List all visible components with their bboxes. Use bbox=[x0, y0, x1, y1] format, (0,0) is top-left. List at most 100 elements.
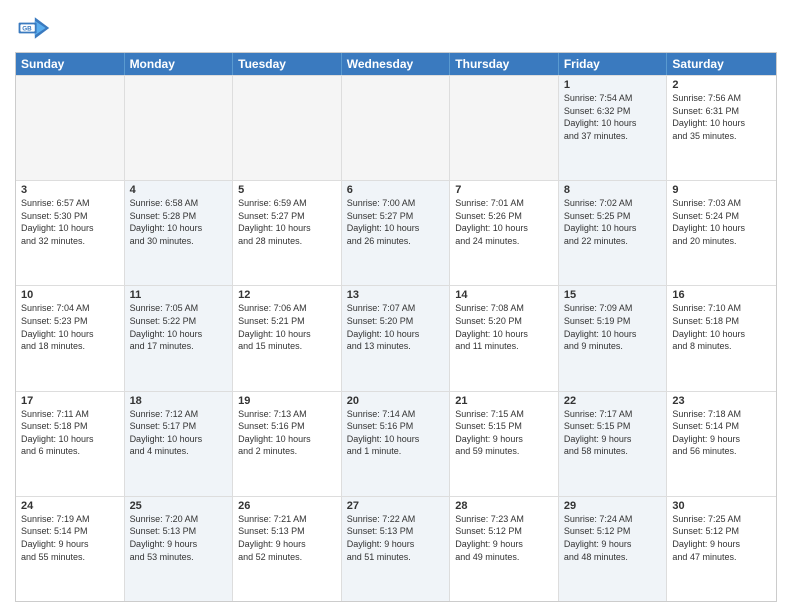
cell-info: Sunrise: 7:20 AM Sunset: 5:13 PM Dayligh… bbox=[130, 513, 228, 563]
day-number: 5 bbox=[238, 184, 336, 196]
calendar-cell: 10Sunrise: 7:04 AM Sunset: 5:23 PM Dayli… bbox=[16, 286, 125, 390]
calendar-cell: 28Sunrise: 7:23 AM Sunset: 5:12 PM Dayli… bbox=[450, 497, 559, 601]
day-number: 8 bbox=[564, 184, 662, 196]
cell-info: Sunrise: 7:24 AM Sunset: 5:12 PM Dayligh… bbox=[564, 513, 662, 563]
day-number: 10 bbox=[21, 289, 119, 301]
day-number: 24 bbox=[21, 500, 119, 512]
calendar-cell: 29Sunrise: 7:24 AM Sunset: 5:12 PM Dayli… bbox=[559, 497, 668, 601]
day-number: 16 bbox=[672, 289, 771, 301]
calendar-cell bbox=[16, 76, 125, 180]
cell-info: Sunrise: 7:22 AM Sunset: 5:13 PM Dayligh… bbox=[347, 513, 445, 563]
header-cell-monday: Monday bbox=[125, 53, 234, 75]
day-number: 20 bbox=[347, 395, 445, 407]
page: GB SundayMondayTuesdayWednesdayThursdayF… bbox=[0, 0, 792, 612]
calendar-row: 3Sunrise: 6:57 AM Sunset: 5:30 PM Daylig… bbox=[16, 180, 776, 285]
day-number: 3 bbox=[21, 184, 119, 196]
calendar-cell: 2Sunrise: 7:56 AM Sunset: 6:31 PM Daylig… bbox=[667, 76, 776, 180]
header-cell-saturday: Saturday bbox=[667, 53, 776, 75]
header-cell-sunday: Sunday bbox=[16, 53, 125, 75]
cell-info: Sunrise: 6:59 AM Sunset: 5:27 PM Dayligh… bbox=[238, 197, 336, 247]
day-number: 13 bbox=[347, 289, 445, 301]
calendar-cell: 27Sunrise: 7:22 AM Sunset: 5:13 PM Dayli… bbox=[342, 497, 451, 601]
day-number: 14 bbox=[455, 289, 553, 301]
calendar-cell: 3Sunrise: 6:57 AM Sunset: 5:30 PM Daylig… bbox=[16, 181, 125, 285]
day-number: 23 bbox=[672, 395, 771, 407]
day-number: 12 bbox=[238, 289, 336, 301]
calendar-cell bbox=[342, 76, 451, 180]
calendar-cell: 18Sunrise: 7:12 AM Sunset: 5:17 PM Dayli… bbox=[125, 392, 234, 496]
day-number: 22 bbox=[564, 395, 662, 407]
day-number: 26 bbox=[238, 500, 336, 512]
day-number: 30 bbox=[672, 500, 771, 512]
calendar-cell: 14Sunrise: 7:08 AM Sunset: 5:20 PM Dayli… bbox=[450, 286, 559, 390]
day-number: 28 bbox=[455, 500, 553, 512]
header-cell-thursday: Thursday bbox=[450, 53, 559, 75]
calendar-cell: 1Sunrise: 7:54 AM Sunset: 6:32 PM Daylig… bbox=[559, 76, 668, 180]
cell-info: Sunrise: 7:00 AM Sunset: 5:27 PM Dayligh… bbox=[347, 197, 445, 247]
calendar-cell: 23Sunrise: 7:18 AM Sunset: 5:14 PM Dayli… bbox=[667, 392, 776, 496]
calendar-cell: 4Sunrise: 6:58 AM Sunset: 5:28 PM Daylig… bbox=[125, 181, 234, 285]
cell-info: Sunrise: 7:11 AM Sunset: 5:18 PM Dayligh… bbox=[21, 408, 119, 458]
day-number: 11 bbox=[130, 289, 228, 301]
calendar-header: SundayMondayTuesdayWednesdayThursdayFrid… bbox=[16, 53, 776, 75]
day-number: 6 bbox=[347, 184, 445, 196]
calendar-row: 17Sunrise: 7:11 AM Sunset: 5:18 PM Dayli… bbox=[16, 391, 776, 496]
calendar-row: 1Sunrise: 7:54 AM Sunset: 6:32 PM Daylig… bbox=[16, 75, 776, 180]
day-number: 17 bbox=[21, 395, 119, 407]
calendar-cell: 24Sunrise: 7:19 AM Sunset: 5:14 PM Dayli… bbox=[16, 497, 125, 601]
day-number: 18 bbox=[130, 395, 228, 407]
cell-info: Sunrise: 7:12 AM Sunset: 5:17 PM Dayligh… bbox=[130, 408, 228, 458]
calendar-cell bbox=[125, 76, 234, 180]
day-number: 4 bbox=[130, 184, 228, 196]
calendar-cell: 20Sunrise: 7:14 AM Sunset: 5:16 PM Dayli… bbox=[342, 392, 451, 496]
calendar-cell: 26Sunrise: 7:21 AM Sunset: 5:13 PM Dayli… bbox=[233, 497, 342, 601]
calendar-cell: 15Sunrise: 7:09 AM Sunset: 5:19 PM Dayli… bbox=[559, 286, 668, 390]
day-number: 15 bbox=[564, 289, 662, 301]
logo: GB bbox=[15, 10, 57, 46]
day-number: 2 bbox=[672, 79, 771, 91]
day-number: 19 bbox=[238, 395, 336, 407]
cell-info: Sunrise: 7:14 AM Sunset: 5:16 PM Dayligh… bbox=[347, 408, 445, 458]
cell-info: Sunrise: 7:13 AM Sunset: 5:16 PM Dayligh… bbox=[238, 408, 336, 458]
cell-info: Sunrise: 7:04 AM Sunset: 5:23 PM Dayligh… bbox=[21, 302, 119, 352]
calendar-cell: 11Sunrise: 7:05 AM Sunset: 5:22 PM Dayli… bbox=[125, 286, 234, 390]
cell-info: Sunrise: 7:06 AM Sunset: 5:21 PM Dayligh… bbox=[238, 302, 336, 352]
cell-info: Sunrise: 7:18 AM Sunset: 5:14 PM Dayligh… bbox=[672, 408, 771, 458]
calendar-cell: 16Sunrise: 7:10 AM Sunset: 5:18 PM Dayli… bbox=[667, 286, 776, 390]
calendar-cell: 8Sunrise: 7:02 AM Sunset: 5:25 PM Daylig… bbox=[559, 181, 668, 285]
cell-info: Sunrise: 7:02 AM Sunset: 5:25 PM Dayligh… bbox=[564, 197, 662, 247]
cell-info: Sunrise: 7:15 AM Sunset: 5:15 PM Dayligh… bbox=[455, 408, 553, 458]
cell-info: Sunrise: 7:23 AM Sunset: 5:12 PM Dayligh… bbox=[455, 513, 553, 563]
calendar-cell: 12Sunrise: 7:06 AM Sunset: 5:21 PM Dayli… bbox=[233, 286, 342, 390]
day-number: 25 bbox=[130, 500, 228, 512]
cell-info: Sunrise: 7:25 AM Sunset: 5:12 PM Dayligh… bbox=[672, 513, 771, 563]
logo-icon: GB bbox=[15, 10, 51, 46]
calendar-body: 1Sunrise: 7:54 AM Sunset: 6:32 PM Daylig… bbox=[16, 75, 776, 601]
cell-info: Sunrise: 7:01 AM Sunset: 5:26 PM Dayligh… bbox=[455, 197, 553, 247]
cell-info: Sunrise: 7:56 AM Sunset: 6:31 PM Dayligh… bbox=[672, 92, 771, 142]
calendar-cell: 30Sunrise: 7:25 AM Sunset: 5:12 PM Dayli… bbox=[667, 497, 776, 601]
header: GB bbox=[15, 10, 777, 46]
calendar: SundayMondayTuesdayWednesdayThursdayFrid… bbox=[15, 52, 777, 602]
cell-info: Sunrise: 6:57 AM Sunset: 5:30 PM Dayligh… bbox=[21, 197, 119, 247]
calendar-cell: 6Sunrise: 7:00 AM Sunset: 5:27 PM Daylig… bbox=[342, 181, 451, 285]
header-cell-tuesday: Tuesday bbox=[233, 53, 342, 75]
day-number: 27 bbox=[347, 500, 445, 512]
header-cell-friday: Friday bbox=[559, 53, 668, 75]
cell-info: Sunrise: 7:05 AM Sunset: 5:22 PM Dayligh… bbox=[130, 302, 228, 352]
day-number: 21 bbox=[455, 395, 553, 407]
calendar-cell bbox=[450, 76, 559, 180]
svg-text:GB: GB bbox=[22, 26, 32, 33]
calendar-row: 24Sunrise: 7:19 AM Sunset: 5:14 PM Dayli… bbox=[16, 496, 776, 601]
cell-info: Sunrise: 6:58 AM Sunset: 5:28 PM Dayligh… bbox=[130, 197, 228, 247]
calendar-cell: 17Sunrise: 7:11 AM Sunset: 5:18 PM Dayli… bbox=[16, 392, 125, 496]
calendar-cell: 19Sunrise: 7:13 AM Sunset: 5:16 PM Dayli… bbox=[233, 392, 342, 496]
cell-info: Sunrise: 7:07 AM Sunset: 5:20 PM Dayligh… bbox=[347, 302, 445, 352]
day-number: 7 bbox=[455, 184, 553, 196]
calendar-cell: 13Sunrise: 7:07 AM Sunset: 5:20 PM Dayli… bbox=[342, 286, 451, 390]
cell-info: Sunrise: 7:17 AM Sunset: 5:15 PM Dayligh… bbox=[564, 408, 662, 458]
day-number: 29 bbox=[564, 500, 662, 512]
cell-info: Sunrise: 7:19 AM Sunset: 5:14 PM Dayligh… bbox=[21, 513, 119, 563]
calendar-cell bbox=[233, 76, 342, 180]
cell-info: Sunrise: 7:09 AM Sunset: 5:19 PM Dayligh… bbox=[564, 302, 662, 352]
